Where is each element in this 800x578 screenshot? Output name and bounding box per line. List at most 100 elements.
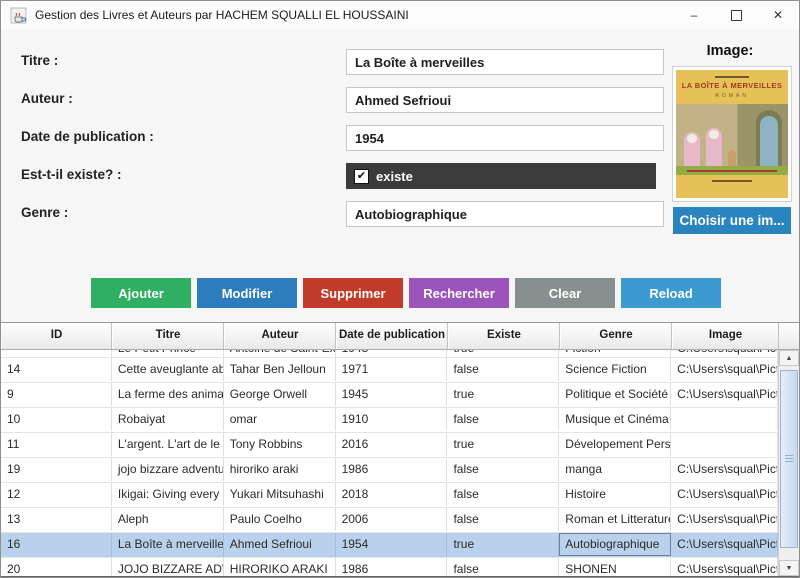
cell-auteur[interactable]: Antoine de Saint-Exupé...	[224, 350, 336, 358]
cell-image[interactable]: C:\Users\squal\Picture...	[671, 458, 778, 481]
vertical-scrollbar[interactable]: ▲ ▼	[778, 350, 799, 576]
clear-button[interactable]: Clear	[515, 278, 615, 308]
cell-genre[interactable]: Science Fiction	[559, 358, 671, 381]
cell-auteur[interactable]: Tahar Ben Jelloun	[224, 358, 336, 381]
cell-id[interactable]: 12	[1, 483, 112, 506]
cell-date[interactable]: 2006	[336, 508, 448, 531]
table-row[interactable]: 9La ferme des animauxGeorge Orwell1945tr…	[1, 383, 778, 408]
ajouter-button[interactable]: Ajouter	[91, 278, 191, 308]
cell-image[interactable]: C:\Users\squal\Picture...	[671, 558, 778, 576]
genre-input[interactable]: Autobiographique	[346, 201, 664, 227]
table-row[interactable]: 13AlephPaulo Coelho2006falseRoman et Lit…	[1, 508, 778, 533]
cell-existe[interactable]: true	[447, 350, 559, 358]
cell-date[interactable]: 1943	[336, 350, 448, 358]
cell-genre[interactable]: Roman et Litterature	[559, 508, 671, 531]
cell-date[interactable]: 1986	[336, 558, 448, 576]
table-row[interactable]: 14Cette aveuglante absen...Tahar Ben Jel…	[1, 358, 778, 383]
cell-existe[interactable]: false	[447, 458, 559, 481]
cell-existe[interactable]: true	[447, 383, 559, 406]
cell-titre[interactable]: Robaiyat	[112, 408, 224, 431]
cell-id[interactable]	[1, 350, 112, 358]
cell-existe[interactable]: false	[447, 508, 559, 531]
cell-image[interactable]	[671, 433, 778, 456]
column-header-id[interactable]: ID	[1, 323, 112, 349]
cell-titre[interactable]: Aleph	[112, 508, 224, 531]
cell-id[interactable]: 19	[1, 458, 112, 481]
cell-date[interactable]: 1910	[336, 408, 448, 431]
cell-genre[interactable]: Politique et Société	[559, 383, 671, 406]
choose-image-button[interactable]: Choisir une im...	[673, 207, 791, 234]
cell-auteur[interactable]: Paulo Coelho	[224, 508, 336, 531]
cell-date[interactable]: 2016	[336, 433, 448, 456]
column-header-image[interactable]: Image	[672, 323, 779, 349]
cell-genre[interactable]: Autobiographique	[559, 533, 671, 556]
cell-image[interactable]	[671, 408, 778, 431]
cell-image[interactable]: C:\Users\squal\Picture...	[671, 358, 778, 381]
cell-titre[interactable]: La ferme des animaux	[112, 383, 224, 406]
cell-date[interactable]: 1945	[336, 383, 448, 406]
rechercher-button[interactable]: Rechercher	[409, 278, 509, 308]
cell-id[interactable]: 13	[1, 508, 112, 531]
auteur-input[interactable]: Ahmed Sefrioui	[346, 87, 664, 113]
cell-id[interactable]: 10	[1, 408, 112, 431]
cell-titre[interactable]: Le Petit Prince	[112, 350, 224, 358]
cell-image[interactable]: C:\Users\squal\Picture...	[671, 483, 778, 506]
cell-id[interactable]: 11	[1, 433, 112, 456]
cell-image[interactable]: C:\Users\squal\Picture...	[671, 508, 778, 531]
cell-id[interactable]: 20	[1, 558, 112, 576]
scrollbar-thumb[interactable]	[780, 370, 798, 548]
scroll-down-icon[interactable]: ▼	[779, 560, 799, 576]
table-row[interactable]: 20JOJO BIZZARE ADVEN...HIRORIKO ARAKI198…	[1, 558, 778, 576]
table-row[interactable]: 12Ikigai: Giving every day ..Yukari Mits…	[1, 483, 778, 508]
scroll-up-icon[interactable]: ▲	[779, 350, 799, 366]
cell-genre[interactable]: Musique et Cinéma	[559, 408, 671, 431]
date-input[interactable]: 1954	[346, 125, 664, 151]
cell-id[interactable]: 16	[1, 533, 112, 556]
cell-titre[interactable]: jojo bizzare adventure	[112, 458, 224, 481]
cell-titre[interactable]: JOJO BIZZARE ADVEN...	[112, 558, 224, 576]
cell-auteur[interactable]: Yukari Mitsuhashi	[224, 483, 336, 506]
cell-genre[interactable]: Fiction	[559, 350, 671, 358]
cell-image[interactable]: C:\Users\squal\Picture...	[671, 533, 778, 556]
existe-checkbox-bar[interactable]: ✔ existe	[346, 163, 656, 189]
cell-auteur[interactable]: omar	[224, 408, 336, 431]
cell-image[interactable]: C:\Users\squal\Picture...	[671, 383, 778, 406]
table-row[interactable]: 19jojo bizzare adventurehiroriko araki19…	[1, 458, 778, 483]
table-row[interactable]: 10Robaiyatomar1910falseMusique et Cinéma	[1, 408, 778, 433]
cell-date[interactable]: 2018	[336, 483, 448, 506]
cell-auteur[interactable]: hiroriko araki	[224, 458, 336, 481]
cell-auteur[interactable]: Tony Robbins	[224, 433, 336, 456]
supprimer-button[interactable]: Supprimer	[303, 278, 403, 308]
cell-auteur[interactable]: George Orwell	[224, 383, 336, 406]
cell-date[interactable]: 1986	[336, 458, 448, 481]
cell-id[interactable]: 9	[1, 383, 112, 406]
modifier-button[interactable]: Modifier	[197, 278, 297, 308]
cell-titre[interactable]: Ikigai: Giving every day ..	[112, 483, 224, 506]
cell-auteur[interactable]: Ahmed Sefrioui	[224, 533, 336, 556]
cell-genre[interactable]: Dévelopement Personel	[559, 433, 671, 456]
column-header-titre[interactable]: Titre	[112, 323, 224, 349]
cell-auteur[interactable]: HIRORIKO ARAKI	[224, 558, 336, 576]
maximize-button-icon[interactable]	[715, 1, 757, 29]
titre-input[interactable]: La Boîte à merveilles	[346, 49, 664, 75]
cell-existe[interactable]: true	[447, 533, 559, 556]
existe-checkbox[interactable]: ✔	[354, 169, 369, 184]
table-row[interactable]: 16La Boîte à merveillesAhmed Sefrioui195…	[1, 533, 778, 558]
cell-genre[interactable]: Histoire	[559, 483, 671, 506]
cell-genre[interactable]: manga	[559, 458, 671, 481]
cell-image[interactable]: C:\Users\squal\Picture...	[671, 350, 778, 358]
cell-existe[interactable]: false	[447, 408, 559, 431]
cell-id[interactable]: 14	[1, 358, 112, 381]
column-header-auteur[interactable]: Auteur	[224, 323, 336, 349]
cell-titre[interactable]: La Boîte à merveilles	[112, 533, 224, 556]
reload-button[interactable]: Reload	[621, 278, 721, 308]
cell-existe[interactable]: false	[447, 358, 559, 381]
minimize-button-icon[interactable]: –	[673, 1, 715, 29]
cell-existe[interactable]: false	[447, 483, 559, 506]
scrollbar-track[interactable]	[779, 366, 799, 560]
cell-titre[interactable]: L'argent. L'art de le maît.	[112, 433, 224, 456]
table-row[interactable]: 11L'argent. L'art de le maît.Tony Robbin…	[1, 433, 778, 458]
table-row-clipped[interactable]: Le Petit PrinceAntoine de Saint-Exupé...…	[1, 350, 778, 358]
close-button-icon[interactable]: ✕	[757, 1, 799, 29]
cell-genre[interactable]: SHONEN	[559, 558, 671, 576]
